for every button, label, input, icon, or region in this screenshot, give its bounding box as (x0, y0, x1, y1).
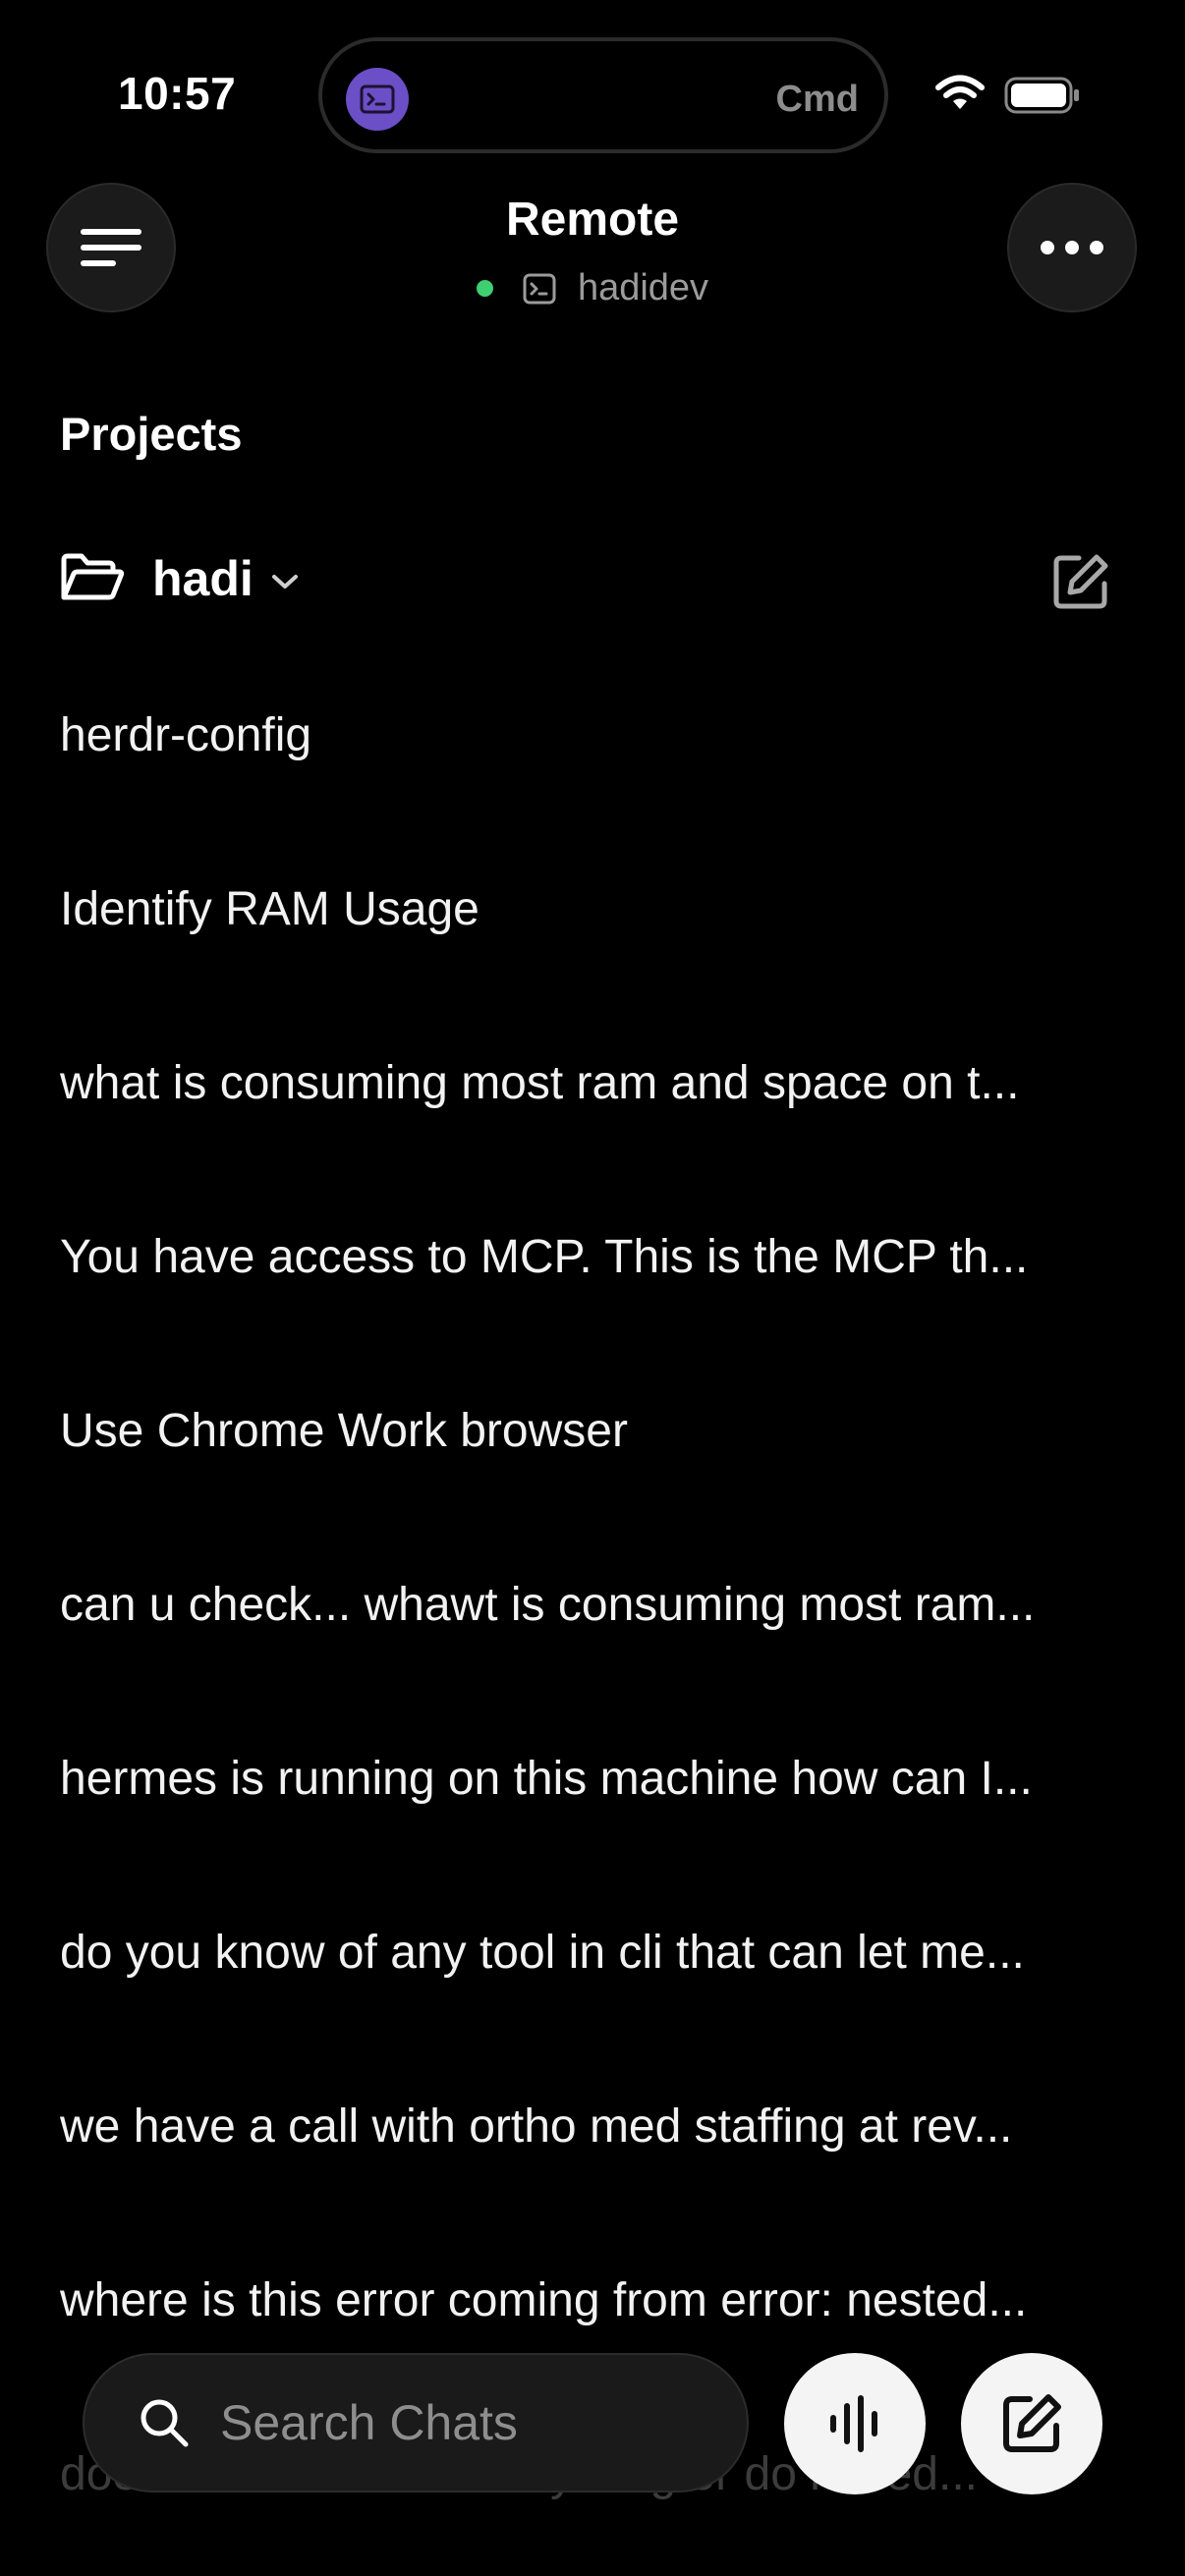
chat-item[interactable]: do you know of any tool in cli that can … (60, 1895, 1131, 2069)
voice-waveform-icon (830, 2395, 877, 2452)
search-icon (138, 2396, 191, 2449)
folder-open-icon (60, 552, 125, 605)
chat-item[interactable]: we have a call with ortho med staffing a… (60, 2069, 1131, 2243)
voice-input-button[interactable] (784, 2353, 926, 2494)
new-chat-in-project-button[interactable] (1051, 552, 1110, 611)
chat-list: herdr-config Identify RAM Usage what is … (60, 678, 1131, 2576)
online-status-dot (476, 280, 493, 297)
host-name: hadidev (577, 267, 709, 308)
chat-item[interactable]: Use Chrome Work browser (60, 1373, 1131, 1547)
chevron-down-icon (271, 573, 299, 590)
terminal-app-icon (346, 68, 409, 131)
chat-item[interactable]: You have access to MCP. This is the MCP … (60, 1200, 1131, 1373)
more-icon (1041, 241, 1103, 254)
terminal-icon (523, 273, 556, 305)
status-time: 10:57 (118, 68, 237, 119)
new-chat-button[interactable] (961, 2353, 1102, 2494)
chat-item[interactable]: Identify RAM Usage (60, 852, 1131, 1026)
projects-section-title: Projects (60, 408, 243, 460)
search-input[interactable] (220, 2394, 672, 2451)
remote-chats-screen: 10:57 Cmd Remote hadidev Projects hadi h… (0, 0, 1185, 2576)
project-selector[interactable]: hadi (60, 550, 299, 607)
chat-item[interactable]: hermes is running on this machine how ca… (60, 1721, 1131, 1895)
island-label: Cmd (775, 79, 859, 120)
edit-icon (1053, 554, 1108, 609)
search-bar[interactable] (83, 2353, 749, 2492)
dynamic-island[interactable]: Cmd (318, 37, 888, 153)
wifi-icon (935, 75, 985, 117)
new-chat-icon (1003, 2394, 1061, 2452)
more-options-button[interactable] (1007, 183, 1137, 312)
chat-item[interactable]: herdr-config (60, 678, 1131, 852)
battery-icon (1004, 77, 1081, 119)
chat-item[interactable]: what is consuming most ram and space on … (60, 1026, 1131, 1200)
connection-info: hadidev (0, 267, 1185, 309)
project-name: hadi (152, 551, 254, 606)
chat-item[interactable]: can u check... whawt is consuming most r… (60, 1547, 1131, 1721)
